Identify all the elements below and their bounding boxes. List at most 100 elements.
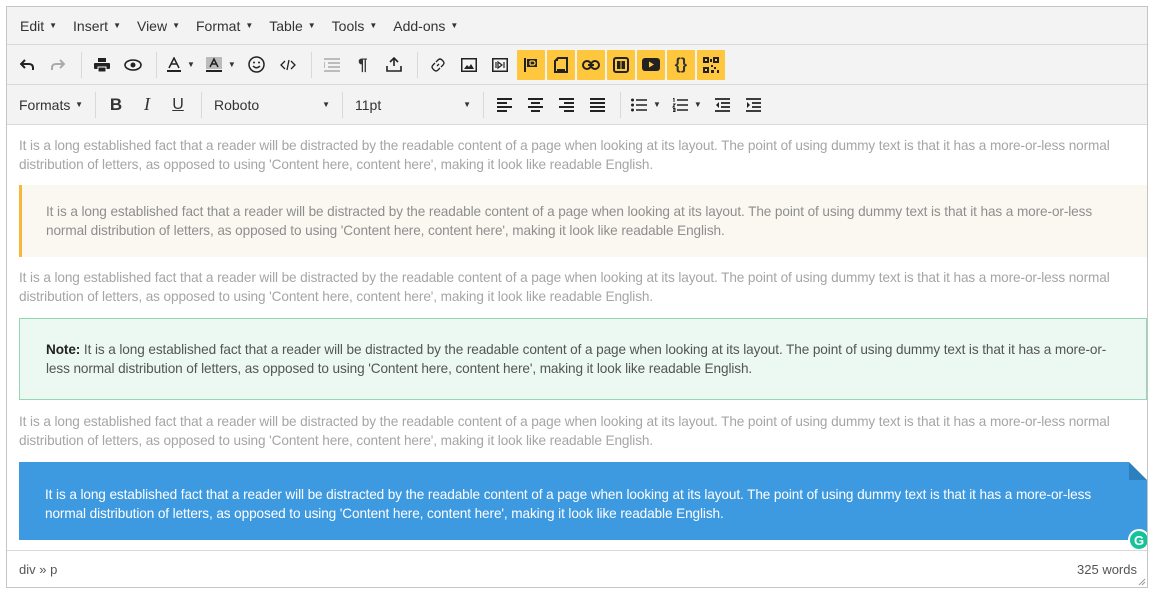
folded-corner [1129, 462, 1147, 480]
font-size-value: 11pt [355, 96, 382, 113]
blockquote-button[interactable] [318, 50, 346, 80]
toolbar-divider [342, 91, 343, 118]
info-callout-box[interactable]: It is a long established fact that a rea… [19, 462, 1147, 551]
bullet-list-button[interactable]: ▼ [627, 90, 665, 120]
menu-tools-label: Tools [331, 17, 365, 34]
menu-tools[interactable]: Tools ▼ [325, 11, 387, 41]
code-block-button[interactable]: {} [666, 49, 695, 80]
upload-icon [386, 57, 402, 72]
note-icon [553, 56, 568, 73]
menu-format[interactable]: Format ▼ [189, 11, 262, 41]
print-button[interactable] [88, 50, 116, 80]
youtube-button[interactable] [636, 49, 665, 80]
menu-edit-label: Edit [20, 17, 45, 34]
menubar: Edit ▼ Insert ▼ View ▼ Format ▼ Table ▼ Tools… [7, 7, 1147, 45]
note-box-button[interactable] [546, 49, 575, 80]
preview-button[interactable] [119, 50, 147, 80]
redo-button[interactable] [44, 50, 72, 80]
menu-format-label: Format [196, 17, 241, 34]
media-icon [491, 57, 508, 72]
indent-button[interactable] [740, 90, 768, 120]
warning-callout-box[interactable]: It is a long established fact that a rea… [19, 185, 1147, 257]
info-callout-text: It is a long established fact that a rea… [45, 487, 1092, 521]
font-size-dropdown[interactable]: 11pt ▼ [349, 90, 477, 120]
numbered-list-button[interactable]: ▼ [668, 90, 706, 120]
smiley-icon [248, 56, 266, 73]
toolbar-divider [156, 51, 157, 78]
align-left-icon [496, 97, 512, 112]
flag-icon [523, 57, 537, 72]
note-callout-box[interactable]: Note: It is a long established fact that… [19, 318, 1147, 400]
menu-edit[interactable]: Edit ▼ [13, 11, 66, 41]
align-left-button[interactable] [490, 90, 518, 120]
upload-button[interactable] [380, 50, 408, 80]
chevron-down-icon: ▼ [113, 21, 121, 30]
toolbar-divider [81, 51, 82, 78]
paragraph[interactable]: It is a long established fact that a rea… [19, 268, 1139, 306]
rich-text-editor: Edit ▼ Insert ▼ View ▼ Format ▼ Table ▼ Tools… [6, 6, 1148, 588]
toolbar-divider [310, 51, 312, 78]
toolbar-divider [620, 91, 621, 118]
formats-label: Formats [19, 96, 71, 113]
menu-table-label: Table [269, 17, 303, 34]
source-code-button[interactable] [274, 50, 302, 80]
justify-button[interactable] [583, 90, 611, 120]
align-right-button[interactable] [552, 90, 580, 120]
word-count: 325 words [1077, 561, 1137, 577]
outdent-icon [715, 97, 731, 112]
align-center-button[interactable] [521, 90, 549, 120]
callout-flag-button[interactable] [516, 49, 545, 80]
align-right-icon [558, 97, 574, 112]
menu-table[interactable]: Table ▼ [262, 11, 324, 41]
curly-braces-icon: {} [674, 55, 688, 73]
text-color-button[interactable]: ▼ [163, 50, 199, 80]
menu-insert[interactable]: Insert ▼ [66, 11, 130, 41]
note-label: Note: [46, 342, 81, 357]
resize-handle-icon[interactable] [1136, 576, 1146, 586]
eye-icon [124, 58, 142, 71]
highlight-color-icon [205, 56, 222, 72]
emoticons-button[interactable] [243, 50, 271, 80]
bold-button[interactable]: B [102, 90, 130, 120]
chevron-down-icon: ▼ [369, 21, 378, 30]
menu-view[interactable]: View ▼ [130, 11, 189, 41]
menu-view-label: View [136, 17, 168, 34]
insert-image-button[interactable] [455, 50, 483, 80]
toolbar-divider [483, 91, 484, 118]
editor-content-area[interactable]: It is a long established fact that a rea… [7, 126, 1147, 552]
element-path[interactable]: div » p [19, 562, 57, 577]
toolbar-primary: ▼ ▼ ¶ {} [7, 45, 1147, 85]
qr-code-button[interactable] [696, 49, 725, 80]
paragraph[interactable]: It is a long established fact that a rea… [19, 136, 1139, 174]
chevron-down-icon: ▼ [75, 100, 83, 109]
underline-button[interactable]: U [164, 90, 192, 120]
menu-addons[interactable]: Add-ons ▼ [386, 11, 467, 41]
chevron-down-icon: ▼ [653, 100, 661, 109]
menu-insert-label: Insert [73, 17, 109, 34]
paragraph[interactable]: It is a long established fact that a rea… [19, 412, 1139, 450]
redo-icon [51, 58, 65, 70]
text-color-icon [167, 56, 181, 72]
undo-button[interactable] [13, 50, 41, 80]
anchor-link-button[interactable] [576, 49, 605, 80]
chevron-down-icon: ▼ [693, 100, 702, 109]
italic-button[interactable]: I [133, 90, 161, 120]
image-icon [460, 57, 477, 72]
insert-link-button[interactable] [424, 50, 452, 80]
justify-icon [589, 97, 605, 112]
note-callout-text: It is a long established fact that a rea… [46, 342, 1107, 376]
insert-media-button[interactable] [486, 50, 514, 80]
print-icon [94, 57, 110, 72]
outdent-button[interactable] [709, 90, 737, 120]
background-color-button[interactable]: ▼ [202, 50, 240, 80]
chevron-down-icon: ▼ [172, 21, 180, 30]
menu-addons-label: Add-ons [393, 17, 446, 34]
font-family-dropdown[interactable]: Roboto ▼ [208, 90, 336, 120]
formats-dropdown[interactable]: Formats ▼ [13, 90, 89, 120]
chevron-down-icon: ▼ [187, 60, 195, 69]
grammarly-icon[interactable]: G [1128, 529, 1147, 551]
chevron-down-icon: ▼ [49, 21, 58, 30]
template-button[interactable] [606, 49, 635, 80]
show-blocks-button[interactable]: ¶ [349, 50, 377, 80]
chain-link-icon [581, 59, 600, 70]
